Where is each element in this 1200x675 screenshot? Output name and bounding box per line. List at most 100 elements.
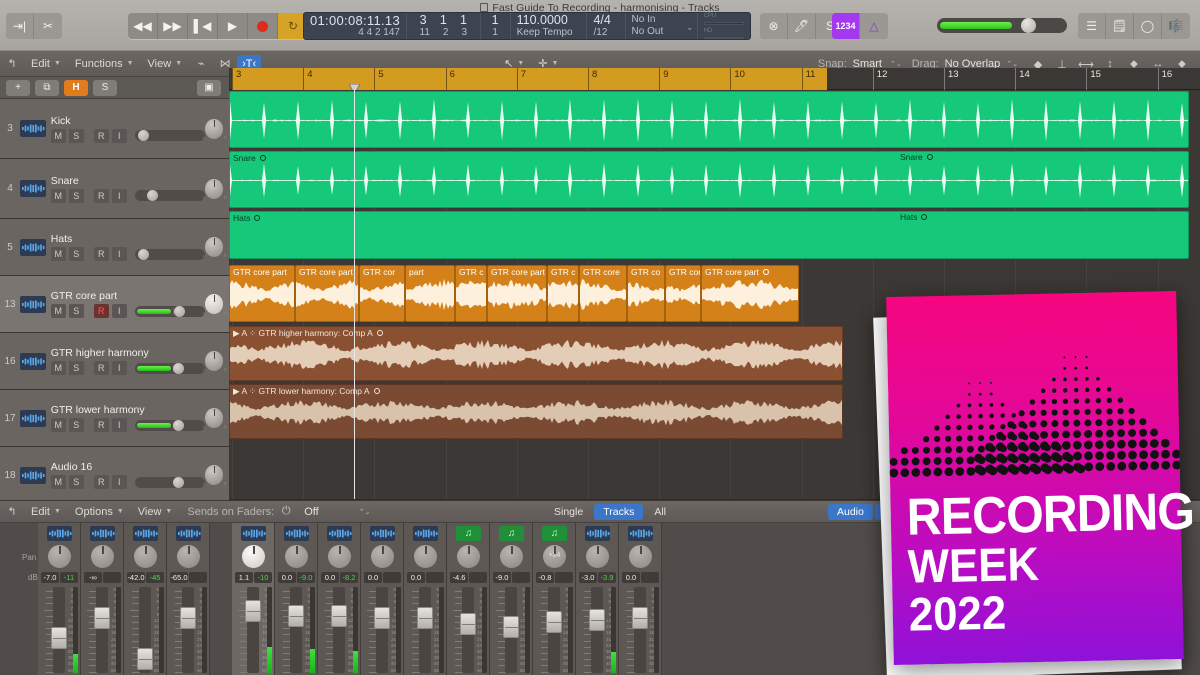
track-header-gtr-higher-harmony[interactable]: 16 GTR higher harmony M S R I LR	[0, 333, 229, 390]
solo-button[interactable]: S	[69, 247, 84, 261]
mute-button[interactable]: M	[51, 247, 66, 261]
mixer-channel-strip[interactable]: 0.0 0357912151821243035405060	[404, 523, 447, 675]
lcd-signature[interactable]: 4/4 /12	[587, 13, 625, 39]
channel-volume-value[interactable]: 0.0	[407, 572, 425, 583]
track-header-snare[interactable]: 4 Snare M S R I LR	[0, 159, 229, 219]
channel-pan-knob[interactable]: +24	[543, 545, 566, 568]
channel-peak-value[interactable]	[512, 572, 530, 583]
fader-track[interactable]	[96, 587, 108, 673]
region-loop-icon[interactable]	[374, 388, 380, 394]
channel-pan-knob[interactable]	[371, 545, 394, 568]
channel-pan-knob[interactable]	[177, 545, 200, 568]
fader-track[interactable]	[419, 587, 431, 673]
record-enable-button[interactable]: R	[94, 418, 109, 432]
lcd-division[interactable]: 1 1	[481, 13, 511, 39]
track-name[interactable]: Hats	[51, 233, 205, 245]
region-gtr-core-slice[interactable]: GTR co	[627, 265, 665, 322]
channel-volume-value[interactable]: -3.0	[579, 572, 597, 583]
channel-fader-area[interactable]: 0357912151821243035405060	[167, 585, 210, 675]
input-monitor-button[interactable]: I	[112, 129, 127, 143]
channel-peak-value[interactable]	[555, 572, 573, 583]
track-volume-slider[interactable]	[135, 249, 205, 260]
region-loop-icon[interactable]	[254, 215, 260, 221]
track-pan-knob[interactable]: LR	[205, 237, 223, 257]
channel-volume-value[interactable]: -65.0	[170, 572, 188, 583]
mute-button[interactable]: M	[51, 189, 66, 203]
forward-button[interactable]: ▶▶	[158, 13, 188, 39]
lcd-position[interactable]: 01:00:08:11.13 4 4 2 147	[304, 13, 407, 39]
loop-browser-icon[interactable]: ◯	[1134, 13, 1162, 39]
channel-volume-value[interactable]: 0.0	[278, 572, 296, 583]
track-pan-knob[interactable]: LR	[205, 294, 223, 314]
track-pan-knob[interactable]: LR	[205, 351, 223, 371]
power-icon[interactable]: ⏻	[274, 503, 298, 521]
region-snare[interactable]: Snare	[229, 151, 1189, 208]
channel-fader-area[interactable]: 0357912151821243035405060	[38, 585, 81, 675]
metronome-button[interactable]: △	[860, 13, 888, 39]
lcd-display[interactable]: 01:00:08:11.13 4 4 2 147 311 1123 1 1 11…	[303, 12, 751, 40]
input-monitor-button[interactable]: I	[112, 475, 127, 489]
mixer-channel-strip[interactable]: 0.0 -8.2 0357912151821243035405060	[318, 523, 361, 675]
channel-volume-value[interactable]: 0.0	[622, 572, 640, 583]
snap-stepper-icon[interactable]: ⌃⌄	[890, 60, 902, 68]
undo-arrow-icon[interactable]: ↰	[0, 55, 24, 73]
channel-pan-knob[interactable]	[414, 545, 437, 568]
scissors-icon[interactable]: ✂	[34, 13, 62, 39]
fader-track[interactable]	[634, 587, 646, 673]
mixer-channel-strip[interactable]: -42.0 -45 0357912151821243035405060	[124, 523, 167, 675]
region-loop-icon[interactable]	[921, 214, 927, 220]
fader-track[interactable]	[290, 587, 302, 673]
channel-peak-value[interactable]	[103, 572, 121, 583]
track-name[interactable]: GTR higher harmony	[51, 347, 205, 359]
input-monitor-button[interactable]: I	[112, 189, 127, 203]
add-track-button[interactable]: +	[6, 80, 30, 96]
track-name[interactable]: GTR lower harmony	[51, 404, 205, 416]
timeline-ruler[interactable]: 345678910111213141516	[229, 68, 1200, 90]
channel-fader-area[interactable]: 0357912151821243035405060	[275, 585, 318, 675]
chevron-down-icon[interactable]: ⌄	[686, 22, 694, 33]
notes-icon[interactable]: 🗒	[1106, 13, 1134, 39]
menu-edit[interactable]: Edit▼	[24, 51, 68, 77]
input-monitor-button[interactable]: I	[112, 247, 127, 261]
rewind-button[interactable]: ◀◀	[128, 13, 158, 39]
filter-single-button[interactable]: Single	[545, 504, 592, 520]
channel-volume-value[interactable]: -4.6	[450, 572, 468, 583]
channel-peak-value[interactable]	[383, 572, 401, 583]
region-gtr-core-slice[interactable]: GTR core part	[229, 265, 295, 322]
fader-track[interactable]	[333, 587, 345, 673]
channel-volume-value[interactable]: 0.0	[321, 572, 339, 583]
list-editors-icon[interactable]: ☰	[1078, 13, 1106, 39]
solo-button[interactable]: S	[69, 418, 84, 432]
region-gtr-core-slice[interactable]: GTR core part	[701, 265, 799, 322]
track-volume-slider[interactable]	[135, 130, 205, 141]
track-volume-knob[interactable]	[138, 249, 149, 260]
solo-button[interactable]: S	[69, 361, 84, 375]
fader-track[interactable]	[376, 587, 388, 673]
channel-pan-knob[interactable]	[586, 545, 609, 568]
channel-volume-value[interactable]: -9.0	[493, 572, 511, 583]
track-volume-slider[interactable]	[135, 477, 205, 488]
channel-fader-area[interactable]: 0357912151821243035405060	[232, 585, 275, 675]
record-enable-button[interactable]: R	[94, 304, 109, 318]
mixer-channel-strip[interactable]: 0.0 0357912151821243035405060	[619, 523, 662, 675]
channel-peak-value[interactable]: -3.9	[598, 572, 616, 583]
track-name[interactable]: Kick	[51, 115, 205, 127]
mixer-channel-strip[interactable]: 1.1 -10 0357912151821243035405060	[232, 523, 275, 675]
channel-pan-knob[interactable]	[457, 545, 480, 568]
channel-volume-value[interactable]: -0.8	[536, 572, 554, 583]
channel-pan-knob[interactable]	[500, 545, 523, 568]
channel-fader-area[interactable]: 0357912151821243035405060	[490, 585, 533, 675]
channel-fader-area[interactable]: 0357912151821243035405060	[124, 585, 167, 675]
channel-fader-area[interactable]: 0357912151821243035405060	[404, 585, 447, 675]
channel-volume-value[interactable]: 0.0	[364, 572, 382, 583]
channel-fader-area[interactable]: 0357912151821243035405060	[576, 585, 619, 675]
track-name[interactable]: GTR core part	[51, 290, 205, 302]
track-volume-slider[interactable]	[135, 363, 205, 374]
channel-pan-knob[interactable]	[91, 545, 114, 568]
channel-peak-value[interactable]: -11	[60, 572, 78, 583]
mixer-channel-strip[interactable]: -65.0 0357912151821243035405060	[167, 523, 210, 675]
mute-button[interactable]: M	[51, 129, 66, 143]
region-gtr-core-slice[interactable]: GTR c	[547, 265, 579, 322]
track-name[interactable]: Snare	[51, 175, 205, 187]
channel-fader-area[interactable]: 0357912151821243035405060	[533, 585, 576, 675]
